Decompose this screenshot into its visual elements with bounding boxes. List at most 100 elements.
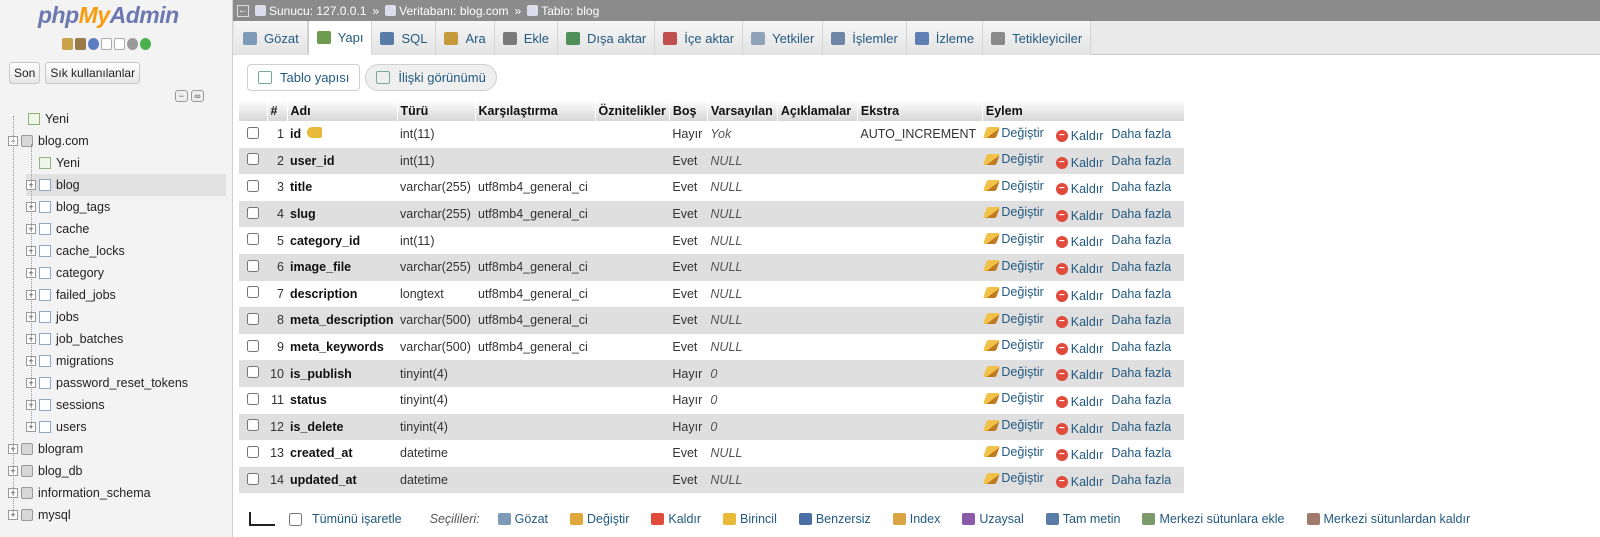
tab-yetkiler[interactable]: Yetkiler: [743, 21, 824, 55]
tab-dışa-aktar[interactable]: Dışa aktar: [558, 21, 656, 55]
tree-node-table[interactable]: + blog_tags: [26, 196, 226, 218]
drop-link[interactable]: − Kaldır: [1055, 182, 1103, 196]
more-link[interactable]: Daha fazla: [1111, 420, 1171, 434]
more-link[interactable]: Daha fazla: [1111, 473, 1171, 487]
relation-view-tab[interactable]: İlişki görünümü: [365, 64, 497, 91]
bulk-uzaysal[interactable]: Uzaysal: [962, 512, 1024, 526]
bulk-merkezi-sütunlardan-kaldır[interactable]: Merkezi sütunlardan kaldır: [1306, 512, 1470, 526]
tab-i-şlemler[interactable]: İşlemler: [823, 21, 907, 55]
phpmyadmin-logo[interactable]: phpMyAdmin: [38, 2, 179, 29]
row-checkbox[interactable]: [247, 472, 259, 485]
column-name[interactable]: user_id: [287, 147, 397, 175]
drop-link[interactable]: − Kaldır: [1055, 315, 1103, 329]
column-name[interactable]: updated_at: [287, 466, 397, 494]
more-link[interactable]: Daha fazla: [1111, 446, 1171, 460]
column-name[interactable]: status: [287, 386, 397, 414]
drop-link[interactable]: − Kaldır: [1055, 368, 1103, 382]
home-icon[interactable]: [62, 38, 73, 50]
tab-yapı[interactable]: Yapı: [307, 21, 373, 55]
tree-node-db[interactable]: + blog_db: [8, 460, 228, 482]
edit-link[interactable]: Değiştir: [983, 259, 1044, 273]
row-checkbox[interactable]: [247, 126, 259, 139]
row-checkbox[interactable]: [247, 392, 259, 405]
edit-link[interactable]: Değiştir: [983, 471, 1044, 485]
tab-sql[interactable]: SQL: [372, 21, 437, 55]
column-name[interactable]: meta_keywords: [287, 333, 397, 361]
drop-link[interactable]: − Kaldır: [1055, 235, 1103, 249]
drop-link[interactable]: − Kaldır: [1055, 475, 1103, 489]
more-link[interactable]: Daha fazla: [1111, 180, 1171, 194]
tree-node-table[interactable]: + password_reset_tokens: [26, 372, 226, 394]
tree-node-db[interactable]: + blogram: [8, 438, 228, 460]
drop-link[interactable]: − Kaldır: [1055, 289, 1103, 303]
docs-icon[interactable]: [101, 38, 112, 50]
column-name[interactable]: category_id: [287, 227, 397, 254]
edit-link[interactable]: Değiştir: [983, 312, 1044, 326]
column-name[interactable]: image_file: [287, 253, 397, 281]
tab-i-zleme[interactable]: İzleme: [906, 21, 984, 55]
edit-link[interactable]: Değiştir: [983, 418, 1044, 432]
tree-node-table[interactable]: + sessions: [26, 394, 226, 416]
logout-icon[interactable]: [75, 38, 86, 50]
more-link[interactable]: Daha fazla: [1111, 340, 1171, 354]
tree-node-table[interactable]: + failed_jobs: [26, 284, 226, 306]
row-checkbox[interactable]: [247, 259, 259, 272]
edit-link[interactable]: Değiştir: [983, 179, 1044, 193]
page-icon[interactable]: [114, 38, 125, 50]
drop-link[interactable]: − Kaldır: [1055, 262, 1103, 276]
tab-ara[interactable]: Ara: [436, 21, 495, 55]
more-link[interactable]: Daha fazla: [1111, 393, 1171, 407]
row-checkbox[interactable]: [247, 153, 259, 166]
drop-link[interactable]: − Kaldır: [1055, 448, 1103, 462]
drop-link[interactable]: − Kaldır: [1055, 395, 1103, 409]
bulk-index[interactable]: Index: [892, 512, 940, 526]
tree-node-db[interactable]: − blog.com: [8, 130, 228, 152]
more-link[interactable]: Daha fazla: [1111, 233, 1171, 247]
row-checkbox[interactable]: [247, 286, 259, 299]
collapse-all-icon[interactable]: −: [175, 90, 188, 102]
recent-tab[interactable]: Son: [9, 62, 41, 84]
column-name[interactable]: created_at: [287, 440, 397, 467]
favorites-tab[interactable]: Sık kullanılanlar: [45, 62, 141, 84]
check-all-checkbox[interactable]: [289, 512, 302, 526]
edit-link[interactable]: Değiştir: [983, 152, 1044, 166]
reload-icon[interactable]: [140, 38, 151, 50]
column-name[interactable]: meta_description: [287, 307, 397, 334]
edit-link[interactable]: Değiştir: [983, 338, 1044, 352]
help-icon[interactable]: [88, 38, 99, 50]
column-name[interactable]: description: [287, 280, 397, 308]
tree-node-db[interactable]: + information_schema: [8, 482, 228, 504]
tree-node-new[interactable]: Yeni: [26, 152, 226, 174]
tree-node-table[interactable]: + cache: [26, 218, 226, 240]
row-checkbox[interactable]: [247, 206, 259, 219]
edit-link[interactable]: Değiştir: [983, 205, 1044, 219]
tree-node-table[interactable]: + cache_locks: [26, 240, 226, 262]
row-checkbox[interactable]: [247, 179, 259, 192]
row-checkbox[interactable]: [247, 445, 259, 458]
tab-ekle[interactable]: Ekle: [494, 21, 559, 55]
breadcrumb-table[interactable]: Tablo: blog: [527, 4, 599, 18]
more-link[interactable]: Daha fazla: [1111, 127, 1171, 141]
tree-node-db[interactable]: + mysql: [8, 504, 228, 526]
bulk-birincil[interactable]: Birincil: [723, 512, 777, 526]
bulk-kaldır[interactable]: Kaldır: [651, 512, 701, 526]
drop-link[interactable]: − Kaldır: [1055, 342, 1103, 356]
more-link[interactable]: Daha fazla: [1111, 207, 1171, 221]
column-name[interactable]: id: [287, 121, 397, 148]
more-link[interactable]: Daha fazla: [1111, 313, 1171, 327]
tree-node-table[interactable]: + category: [26, 262, 226, 284]
column-name[interactable]: slug: [287, 200, 397, 228]
edit-link[interactable]: Değiştir: [983, 365, 1044, 379]
row-checkbox[interactable]: [247, 339, 259, 352]
more-link[interactable]: Daha fazla: [1111, 154, 1171, 168]
tree-node-table[interactable]: + jobs: [26, 306, 226, 328]
column-name[interactable]: is_publish: [287, 360, 397, 387]
bulk-değiştir[interactable]: Değiştir: [570, 512, 629, 526]
tree-node-table[interactable]: + migrations: [26, 350, 226, 372]
edit-link[interactable]: Değiştir: [983, 232, 1044, 246]
tree-node-table[interactable]: + job_batches: [26, 328, 226, 350]
tree-node-table[interactable]: + blog: [26, 174, 226, 196]
tab-gözat[interactable]: Gözat: [235, 21, 308, 55]
bulk-tam-metin[interactable]: Tam metin: [1045, 512, 1120, 526]
more-link[interactable]: Daha fazla: [1111, 287, 1171, 301]
